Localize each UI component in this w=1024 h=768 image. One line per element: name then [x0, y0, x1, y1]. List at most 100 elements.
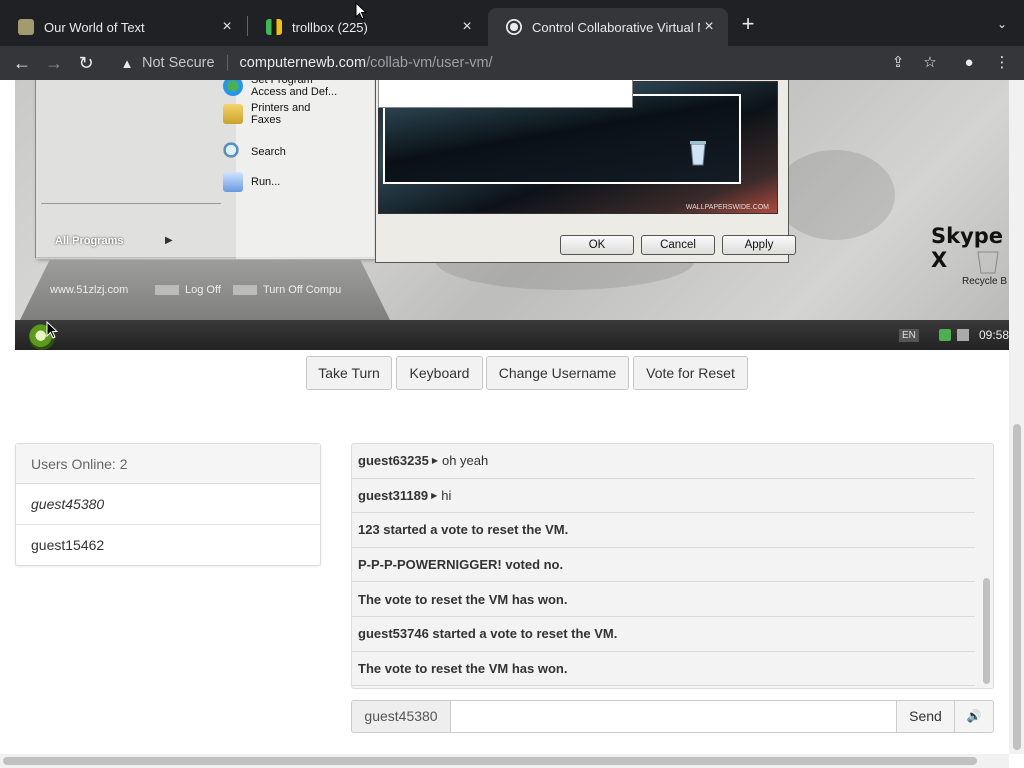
start-menu-item-program-access[interactable]: Set Program Access and Def... [223, 80, 343, 98]
search-icon [223, 142, 243, 162]
tab-trollbox[interactable]: trollbox (225) × [248, 8, 486, 46]
start-menu-item-label: Set Program Access and Def... [251, 80, 338, 98]
collabvm-icon [506, 19, 522, 35]
keyboard-button[interactable]: Keyboard [396, 356, 483, 390]
tab-search-icon[interactable]: ⌄ [994, 14, 1010, 34]
log-off-label: Log Off [185, 284, 221, 296]
owot-icon [18, 19, 34, 35]
change-username-button[interactable]: Change Username [486, 356, 629, 390]
start-menu-site-label: www.51zlzj.com [50, 284, 129, 296]
chat-username: guest31189 [358, 487, 429, 503]
chat-system-message: guest53746 started a vote to reset the V… [352, 617, 975, 652]
profile-icon[interactable]: ● [957, 51, 981, 75]
program-access-icon [223, 80, 243, 96]
start-menu-left-pane [36, 80, 236, 259]
start-menu-item-search[interactable]: Search [223, 142, 286, 162]
chat-text: hi [441, 487, 452, 503]
browser-toolbar: ← → ↻ ▲ Not Secure computernewb.com /col… [0, 46, 1024, 80]
page-horizontal-scrollbar-thumb[interactable] [3, 757, 977, 765]
start-menu-separator [41, 203, 221, 204]
tray-volume-icon[interactable] [957, 329, 969, 341]
wallpaper-listbox[interactable] [378, 80, 633, 108]
share-icon[interactable]: ⇪ [886, 51, 910, 75]
page-vertical-scrollbar-thumb[interactable] [1013, 424, 1021, 750]
send-button[interactable]: Send [896, 700, 955, 733]
omnibox-divider [226, 55, 228, 71]
trollbox-icon [266, 19, 282, 35]
dialog-ok-button[interactable]: OK [560, 235, 634, 255]
all-programs-arrow-icon: ▶ [165, 235, 173, 246]
chat-input[interactable] [450, 700, 897, 733]
tab-collab-vm[interactable]: Control Collaborative Virtual M × [488, 8, 728, 46]
address-bar[interactable]: ▲ Not Secure computernewb.com /collab-vm… [106, 49, 882, 77]
chat-system-message: The vote to reset the VM has won. [352, 652, 975, 687]
browser-tab-bar: Our World of Text × trollbox (225) × Con… [0, 0, 1024, 46]
start-menu-item-label: Printers and Faxes [251, 102, 311, 126]
volume-button[interactable]: 🔊 [954, 700, 994, 733]
user-list-item[interactable]: guest45380 [16, 484, 320, 525]
vm-mouse-cursor-icon [46, 321, 58, 339]
dialog-apply-button[interactable]: Apply [722, 235, 796, 255]
url-path[interactable]: /collab-vm/user-vm/ [366, 55, 493, 71]
wallpaper-stain [775, 150, 895, 240]
users-online-header: Users Online: 2 [16, 444, 320, 484]
start-menu-item-printers[interactable]: Printers and Faxes [223, 102, 343, 126]
turn-off-button[interactable]: Turn Off Compu [233, 284, 341, 296]
chat-message: guest31189 ▶ hi [352, 479, 975, 514]
desktop-recycle-label[interactable]: Recycle B [962, 276, 1007, 287]
chat-message-list: guest63235 ▶ oh yeah guest31189 ▶ hi 123… [352, 444, 975, 687]
chat-panel: guest63235 ▶ oh yeah guest31189 ▶ hi 123… [351, 443, 994, 689]
log-off-button[interactable]: Log Off [155, 284, 221, 296]
chat-scrollbar-thumb[interactable] [983, 578, 990, 684]
vote-reset-button[interactable]: Vote for Reset [633, 356, 748, 390]
turn-off-label: Turn Off Compu [263, 284, 342, 296]
tab-title: Our World of Text [44, 19, 145, 35]
chat-text: oh yeah [441, 453, 489, 469]
start-menu-item-label: Search [251, 146, 286, 158]
tab-title: Control Collaborative Virtual M [532, 19, 700, 35]
vm-taskbar [15, 320, 1009, 350]
reload-icon[interactable]: ↻ [74, 51, 98, 75]
vm-language-indicator[interactable]: EN [899, 329, 919, 342]
dialog-cancel-button[interactable]: Cancel [641, 235, 715, 255]
vm-display-properties-dialog: WALLPAPERSWIDE.COM OK Cancel Apply [375, 80, 796, 263]
start-menu-item-run[interactable]: Run... [223, 172, 280, 192]
security-label[interactable]: Not Secure [142, 55, 215, 71]
menu-kebab-icon[interactable]: ⋮ [990, 51, 1014, 75]
recycle-bin-icon[interactable] [689, 138, 707, 166]
warning-icon[interactable]: ▲ [118, 56, 136, 71]
all-programs[interactable]: All Programs [55, 235, 123, 247]
vm-screen[interactable]: Set Program Access and Def... Printers a… [15, 80, 1009, 350]
back-icon[interactable]: ← [10, 51, 34, 75]
forward-icon[interactable]: → [42, 51, 66, 75]
chat-username-label: guest45380 [351, 700, 451, 733]
chat-message: guest63235 ▶ oh yeah [352, 444, 975, 479]
run-icon [223, 172, 243, 192]
tab-our-world-of-text[interactable]: Our World of Text × [0, 8, 246, 46]
power-icon [233, 285, 257, 295]
tray-network-icon[interactable] [939, 329, 951, 341]
log-off-icon [155, 285, 179, 295]
chat-system-message: The vote to reset the VM has won. [352, 582, 975, 617]
close-icon[interactable]: × [218, 18, 236, 36]
close-icon[interactable]: × [458, 18, 476, 36]
url-host[interactable]: computernewb.com [240, 55, 367, 71]
vm-clock: 09:58 [979, 328, 1009, 342]
desktop-recycle-bin-icon[interactable] [973, 244, 1003, 274]
close-icon[interactable]: × [700, 18, 718, 36]
start-menu-item-label: Run... [251, 176, 281, 188]
take-turn-button[interactable]: Take Turn [306, 356, 392, 390]
volume-icon: 🔊 [966, 709, 982, 723]
mouse-cursor-icon [355, 2, 367, 20]
caret-right-icon: ▶ [431, 456, 438, 466]
chat-username: guest63235 [358, 453, 429, 469]
user-list-item[interactable]: guest15462 [16, 525, 320, 566]
users-online-panel: Users Online: 2 guest45380 guest15462 [15, 443, 321, 566]
wallpaper-watermark: WALLPAPERSWIDE.COM [685, 204, 769, 211]
new-tab-button[interactable]: + [738, 13, 758, 35]
caret-right-icon: ▶ [431, 490, 438, 500]
bookmark-star-icon[interactable]: ☆ [918, 51, 942, 75]
tab-title: trollbox (225) [292, 19, 368, 35]
chat-system-message: 123 started a vote to reset the VM. [352, 513, 975, 548]
chat-system-message: P-P-P-POWERNIGGER! voted no. [352, 548, 975, 583]
